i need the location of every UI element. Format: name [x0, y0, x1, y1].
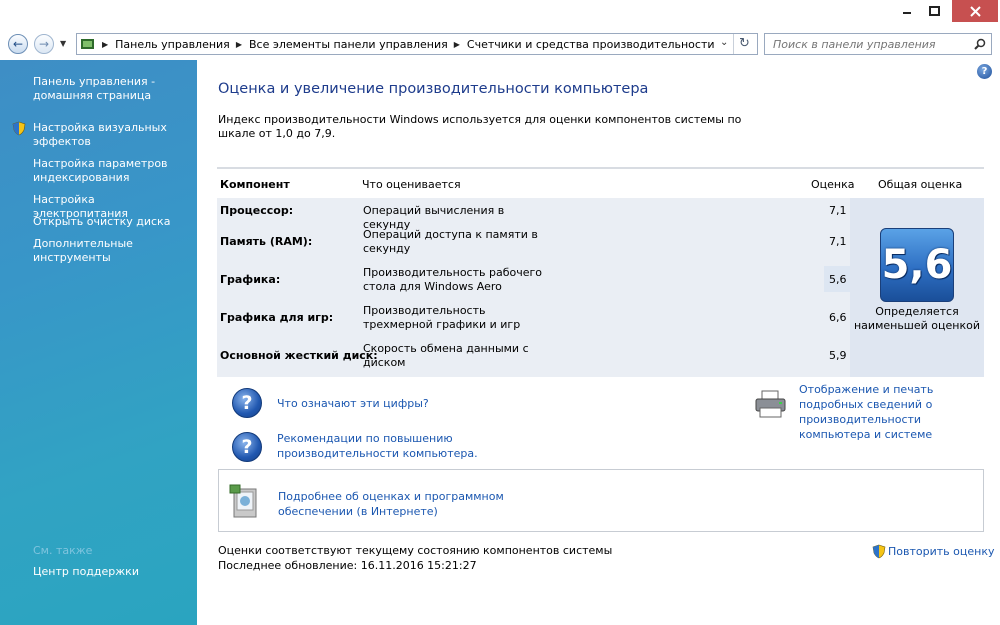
status-text: Оценки соответствуют текущему состоянию …	[218, 544, 613, 557]
base-score-note: Определяется наименьшей оценкой	[853, 305, 980, 332]
row-score: 5,9	[829, 349, 847, 362]
forward-arrow-icon: →	[38, 37, 50, 51]
header-what: Что оценивается	[362, 178, 461, 191]
link-performance-tips[interactable]: Рекомендации по повышению производительн…	[277, 431, 517, 461]
search-icon[interactable]	[974, 38, 986, 50]
printer-icon	[755, 390, 786, 418]
help-icon[interactable]: ?	[977, 64, 992, 79]
base-score-panel: 5,6 Определяется наименьшей оценкой	[850, 198, 984, 377]
breadcrumb-arrow-icon: ▶	[453, 39, 460, 49]
sidebar: Панель управления - домашняя страница На…	[0, 60, 197, 625]
control-panel-icon	[81, 39, 94, 49]
header-component: Компонент	[220, 178, 290, 191]
link-online-more[interactable]: Подробнее об оценках и программном обесп…	[278, 489, 508, 519]
breadcrumb: ▶ Панель управления ▶ Все элементы панел…	[96, 38, 715, 51]
row-what: Операций доступа к памяти в секунду	[363, 228, 538, 255]
maximize-button[interactable]	[921, 0, 948, 22]
row-component: Графика для игр:	[220, 311, 334, 324]
recent-pages-dropdown[interactable]: ▼	[60, 39, 66, 48]
breadcrumb-item-control-panel[interactable]: Панель управления	[115, 38, 230, 51]
minimize-icon	[903, 12, 911, 14]
sidebar-see-also-heading: См. также	[33, 544, 93, 557]
table-header: Компонент Что оценивается Оценка Общая о…	[217, 169, 984, 198]
navigation-bar: ← → ▼ ▶ Панель управления ▶ Все элементы…	[0, 30, 1000, 60]
last-update-text: Последнее обновление: 16.11.2016 15:21:2…	[218, 559, 477, 572]
sidebar-link-visual-effects[interactable]: Настройка визуальных эффектов	[33, 121, 183, 149]
base-score-value: 5,6	[881, 242, 953, 288]
row-component: Процессор:	[220, 204, 294, 217]
link-what-numbers[interactable]: Что означают эти цифры?	[277, 396, 429, 411]
row-score: 7,1	[829, 235, 847, 248]
minimize-button[interactable]	[893, 0, 921, 22]
breadcrumb-item-all-items[interactable]: Все элементы панели управления	[249, 38, 448, 51]
page-description: Индекс производительности Windows исполь…	[218, 113, 742, 140]
address-divider	[733, 34, 734, 54]
search-box[interactable]	[764, 33, 992, 55]
question-icon: ?	[232, 432, 262, 462]
breadcrumb-arrow-icon: ▶	[235, 39, 242, 49]
back-button[interactable]: ←	[8, 34, 28, 54]
row-component: Основной жесткий диск:	[220, 349, 378, 362]
title-bar	[0, 0, 1000, 30]
close-icon	[969, 5, 981, 17]
sidebar-link-indexing[interactable]: Настройка параметров индексирования	[33, 157, 183, 185]
header-score: Оценка	[811, 178, 855, 191]
close-button[interactable]	[952, 0, 998, 22]
row-score: 5,6	[829, 273, 847, 286]
refresh-icon[interactable]: ↻	[739, 36, 750, 51]
breadcrumb-item-performance[interactable]: Счетчики и средства производительности	[467, 38, 715, 51]
shield-icon	[12, 121, 26, 136]
row-score: 6,6	[829, 311, 847, 324]
sidebar-link-disk-cleanup[interactable]: Открыть очистку диска	[33, 215, 183, 229]
address-bar[interactable]: ▶ Панель управления ▶ Все элементы панел…	[76, 33, 758, 55]
address-dropdown-icon[interactable]: ⌄	[720, 37, 728, 48]
row-component: Графика:	[220, 273, 281, 286]
header-total: Общая оценка	[878, 178, 963, 191]
search-input[interactable]	[773, 37, 973, 51]
sidebar-link-support-center[interactable]: Центр поддержки	[33, 565, 183, 579]
row-what: Скорость обмена данными с диском	[363, 342, 529, 369]
row-score: 7,1	[829, 204, 847, 217]
row-component: Память (RAM):	[220, 235, 313, 248]
link-print-details[interactable]: Отображение и печать подробных сведений …	[799, 382, 984, 442]
base-score-badge: 5,6	[880, 228, 954, 302]
score-table: Компонент Что оценивается Оценка Общая о…	[217, 167, 984, 377]
page-title: Оценка и увеличение производительности к…	[218, 81, 649, 97]
shield-icon	[872, 544, 886, 559]
sidebar-link-advanced-tools[interactable]: Дополнительные инструменты	[33, 237, 183, 265]
software-box-icon	[229, 484, 257, 518]
forward-button[interactable]: →	[34, 34, 54, 54]
maximize-icon	[929, 6, 940, 16]
row-what: Производительность трехмерной графики и …	[363, 304, 521, 331]
table-body: Процессор: Операций вычисления в секунду…	[217, 198, 850, 377]
online-info-box: Подробнее об оценках и программном обесп…	[218, 469, 984, 532]
back-arrow-icon: ←	[12, 37, 24, 51]
rerun-assessment-link[interactable]: Повторить оценку	[888, 544, 994, 559]
breadcrumb-arrow-icon: ▶	[102, 39, 109, 49]
row-what: Производительность рабочего стола для Wi…	[363, 266, 543, 293]
question-icon: ?	[232, 388, 262, 418]
sidebar-link-home[interactable]: Панель управления - домашняя страница	[33, 75, 183, 103]
